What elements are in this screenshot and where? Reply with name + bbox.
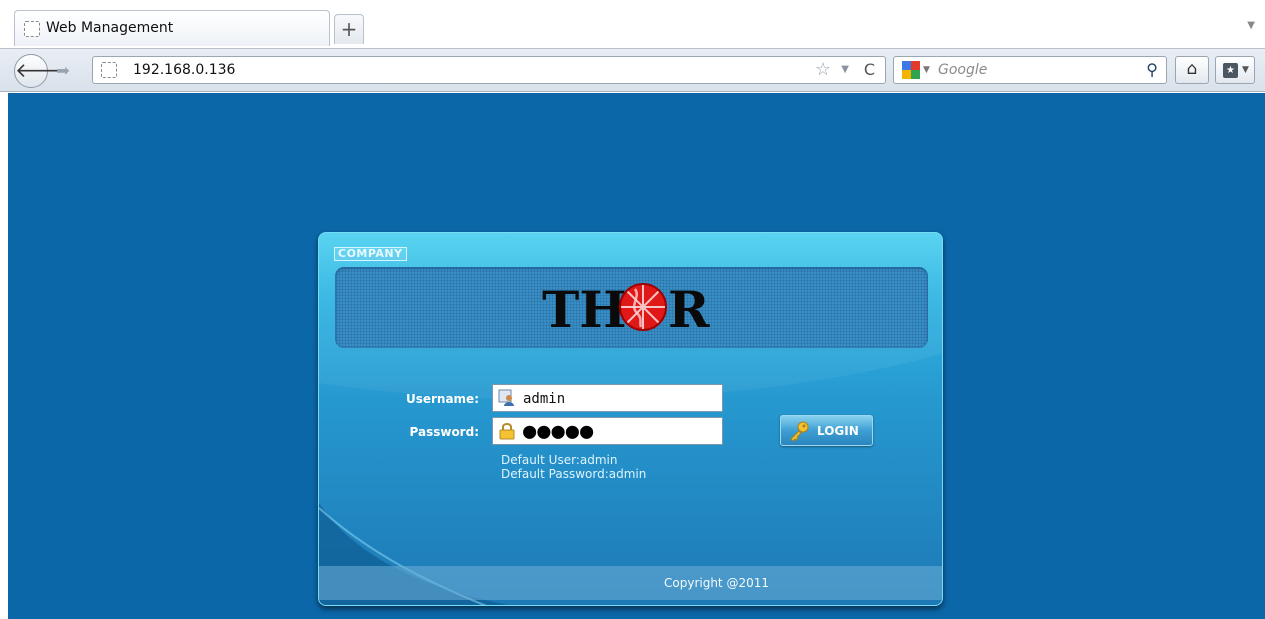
search-input[interactable]: Google (938, 62, 987, 78)
password-input[interactable] (523, 418, 718, 444)
logo-band: TH R (335, 267, 928, 348)
bookmarks-dropdown-icon: ▼ (1242, 65, 1249, 75)
page-favicon-icon (24, 21, 40, 37)
default-password-hint: Default Password:admin (501, 467, 647, 481)
password-label: Password: (409, 425, 480, 439)
new-tab-button[interactable]: + (334, 14, 364, 44)
google-engine-icon[interactable] (902, 61, 920, 79)
logo-text-left: TH (542, 280, 626, 337)
tab-list-dropdown-icon[interactable]: ▼ (1247, 20, 1255, 31)
history-dropdown-icon[interactable]: ▼ (841, 64, 849, 75)
login-button[interactable]: LOGIN (780, 415, 873, 446)
search-bar[interactable]: ▼ Google ⚲ (893, 56, 1167, 84)
key-icon (790, 421, 809, 442)
site-identity-icon[interactable] (101, 62, 117, 78)
forward-arrow-icon: ➡ (56, 61, 70, 80)
copyright-text: Copyright @2011 (664, 576, 769, 590)
home-icon: ⌂ (1186, 59, 1198, 79)
tab-title: Web Management (46, 20, 174, 36)
password-field[interactable] (492, 417, 723, 445)
user-icon (498, 389, 514, 406)
company-badge: COMPANY (334, 247, 407, 261)
globe-logo-icon (619, 283, 667, 331)
logo-text-right: R (668, 280, 710, 337)
login-panel: COMPANY TH R Username: Password: De (318, 232, 943, 606)
browser-tab[interactable]: Web Management (14, 10, 330, 46)
navigation-toolbar: 🡐 ➡ 192.168.0.136 ☆ ▼ C ▼ Google ⚲ ⌂ ★ ▼ (0, 48, 1265, 92)
lock-icon (499, 423, 515, 440)
forward-button[interactable]: ➡ (50, 59, 76, 83)
magnifier-icon[interactable]: ⚲ (1146, 60, 1158, 79)
engine-dropdown-icon[interactable]: ▼ (923, 65, 930, 75)
address-bar[interactable]: 192.168.0.136 ☆ ▼ C (92, 56, 886, 84)
back-button[interactable]: 🡐 (14, 54, 69, 88)
tab-strip: Web Management + ▼ (0, 0, 1265, 48)
login-button-label: LOGIN (817, 424, 859, 438)
reload-icon[interactable]: C (864, 60, 875, 79)
star-icon[interactable]: ☆ (815, 59, 831, 80)
bookmarks-button[interactable]: ★ ▼ (1215, 56, 1255, 84)
thor-logo: TH R (542, 280, 710, 337)
bookmarks-icon: ★ (1223, 63, 1238, 78)
username-label: Username: (405, 392, 479, 406)
home-button[interactable]: ⌂ (1175, 56, 1209, 84)
default-user-hint: Default User:admin (501, 453, 618, 467)
username-field[interactable] (492, 384, 723, 412)
url-text[interactable]: 192.168.0.136 (133, 62, 235, 78)
username-input[interactable] (523, 388, 718, 410)
